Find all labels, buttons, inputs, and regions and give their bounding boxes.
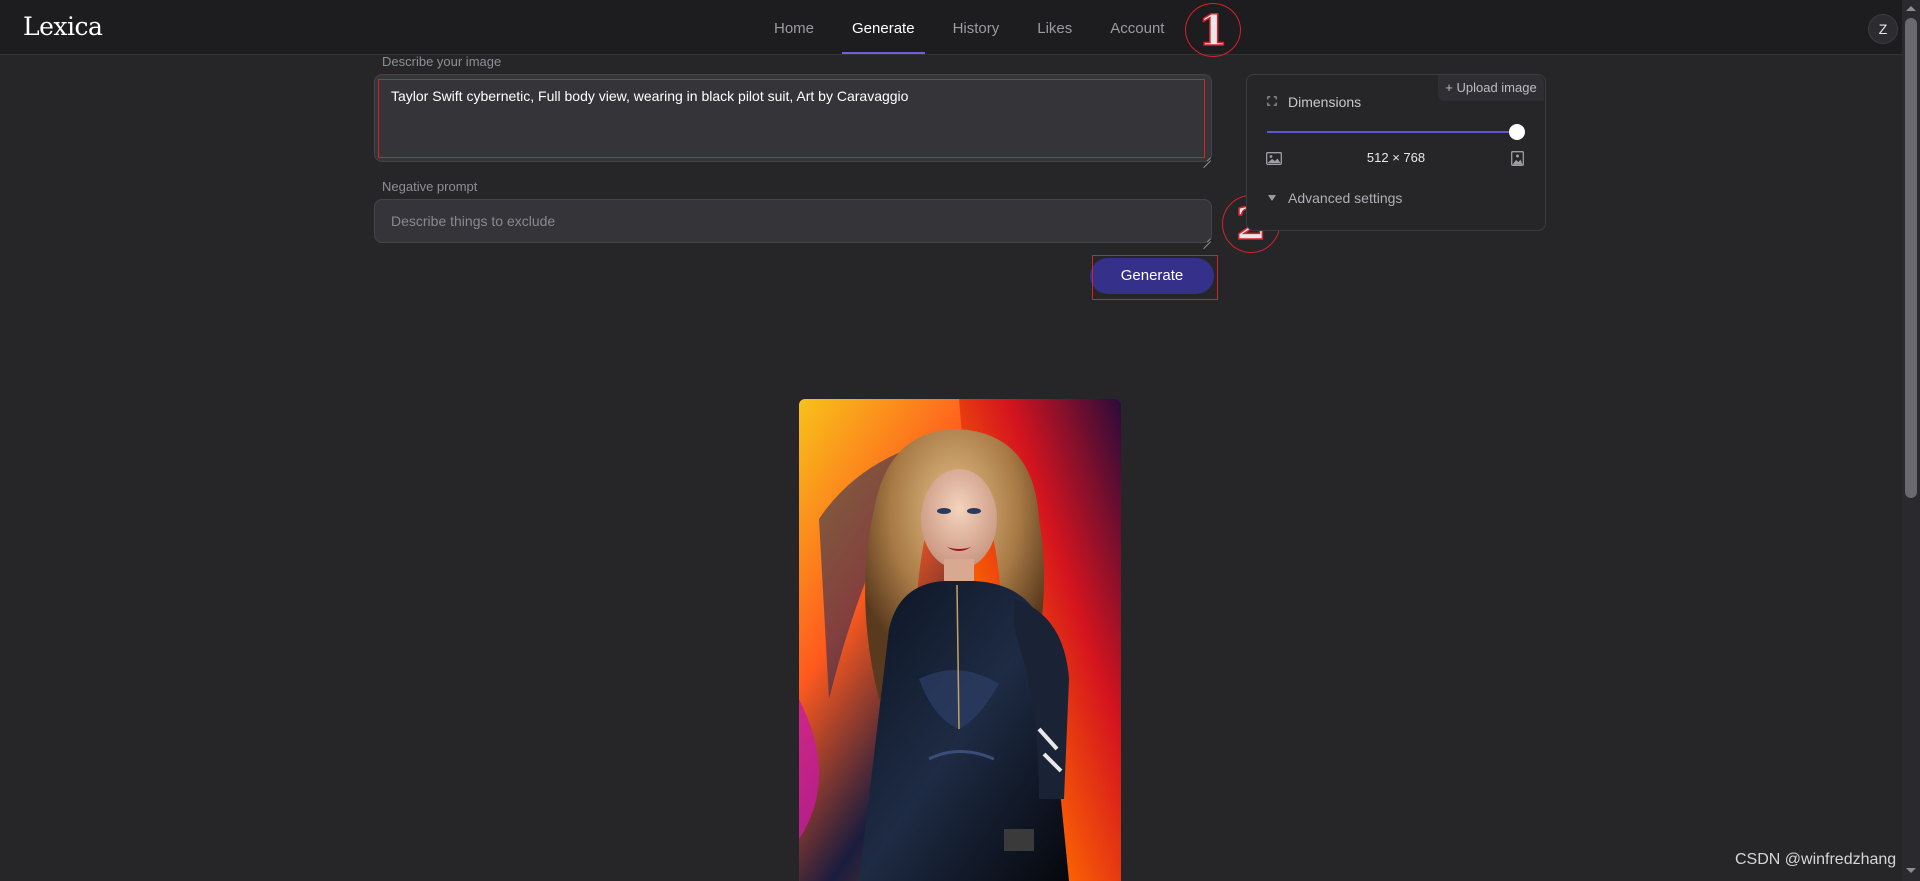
dimensions-value: 512 × 768 (1366, 150, 1426, 165)
csdn-watermark: CSDN @winfredzhang (1735, 851, 1897, 868)
main-nav: Home Generate History Likes Account (764, 0, 1192, 54)
scroll-down-arrow-icon[interactable] (1906, 868, 1916, 873)
scrollbar-thumb[interactable] (1905, 18, 1917, 498)
lexica-logo[interactable]: Lexica (23, 12, 103, 41)
nav-generate[interactable]: Generate (842, 0, 925, 54)
annotation-marker-1: 1 (1185, 3, 1241, 57)
top-navigation-bar: Lexica Home Generate History Likes Accou… (0, 0, 1902, 55)
nav-likes[interactable]: Likes (1027, 0, 1082, 54)
nav-history[interactable]: History (943, 0, 1010, 54)
portrait-image-icon[interactable] (1511, 151, 1524, 166)
upload-image-button[interactable]: + Upload image (1438, 75, 1544, 101)
scroll-up-arrow-icon[interactable] (1906, 6, 1916, 11)
page-scrollbar[interactable] (1902, 0, 1920, 881)
user-avatar[interactable]: Z (1868, 14, 1898, 44)
expand-icon (1267, 96, 1277, 106)
landscape-image-icon[interactable] (1266, 152, 1282, 165)
nav-account[interactable]: Account (1100, 0, 1174, 54)
nav-home[interactable]: Home (764, 0, 824, 54)
caret-down-icon (1268, 195, 1276, 201)
dimensions-slider-thumb[interactable] (1509, 124, 1525, 140)
prompt-label: Describe your image (382, 54, 502, 69)
dimensions-slider-track[interactable] (1267, 131, 1517, 133)
advanced-settings-label: Advanced settings (1288, 190, 1403, 206)
prompt-resize-grip-icon[interactable] (1203, 153, 1211, 161)
negative-prompt-label: Negative prompt (382, 179, 478, 194)
dimensions-label: Dimensions (1288, 94, 1362, 110)
prompt-value: Taylor Swift cybernetic, Full body view,… (391, 88, 909, 104)
generated-image[interactable] (799, 399, 1121, 881)
negative-resize-grip-icon[interactable] (1203, 234, 1211, 242)
negative-prompt-input[interactable]: Describe things to exclude (374, 199, 1212, 243)
generate-highlight-frame (1092, 255, 1218, 300)
